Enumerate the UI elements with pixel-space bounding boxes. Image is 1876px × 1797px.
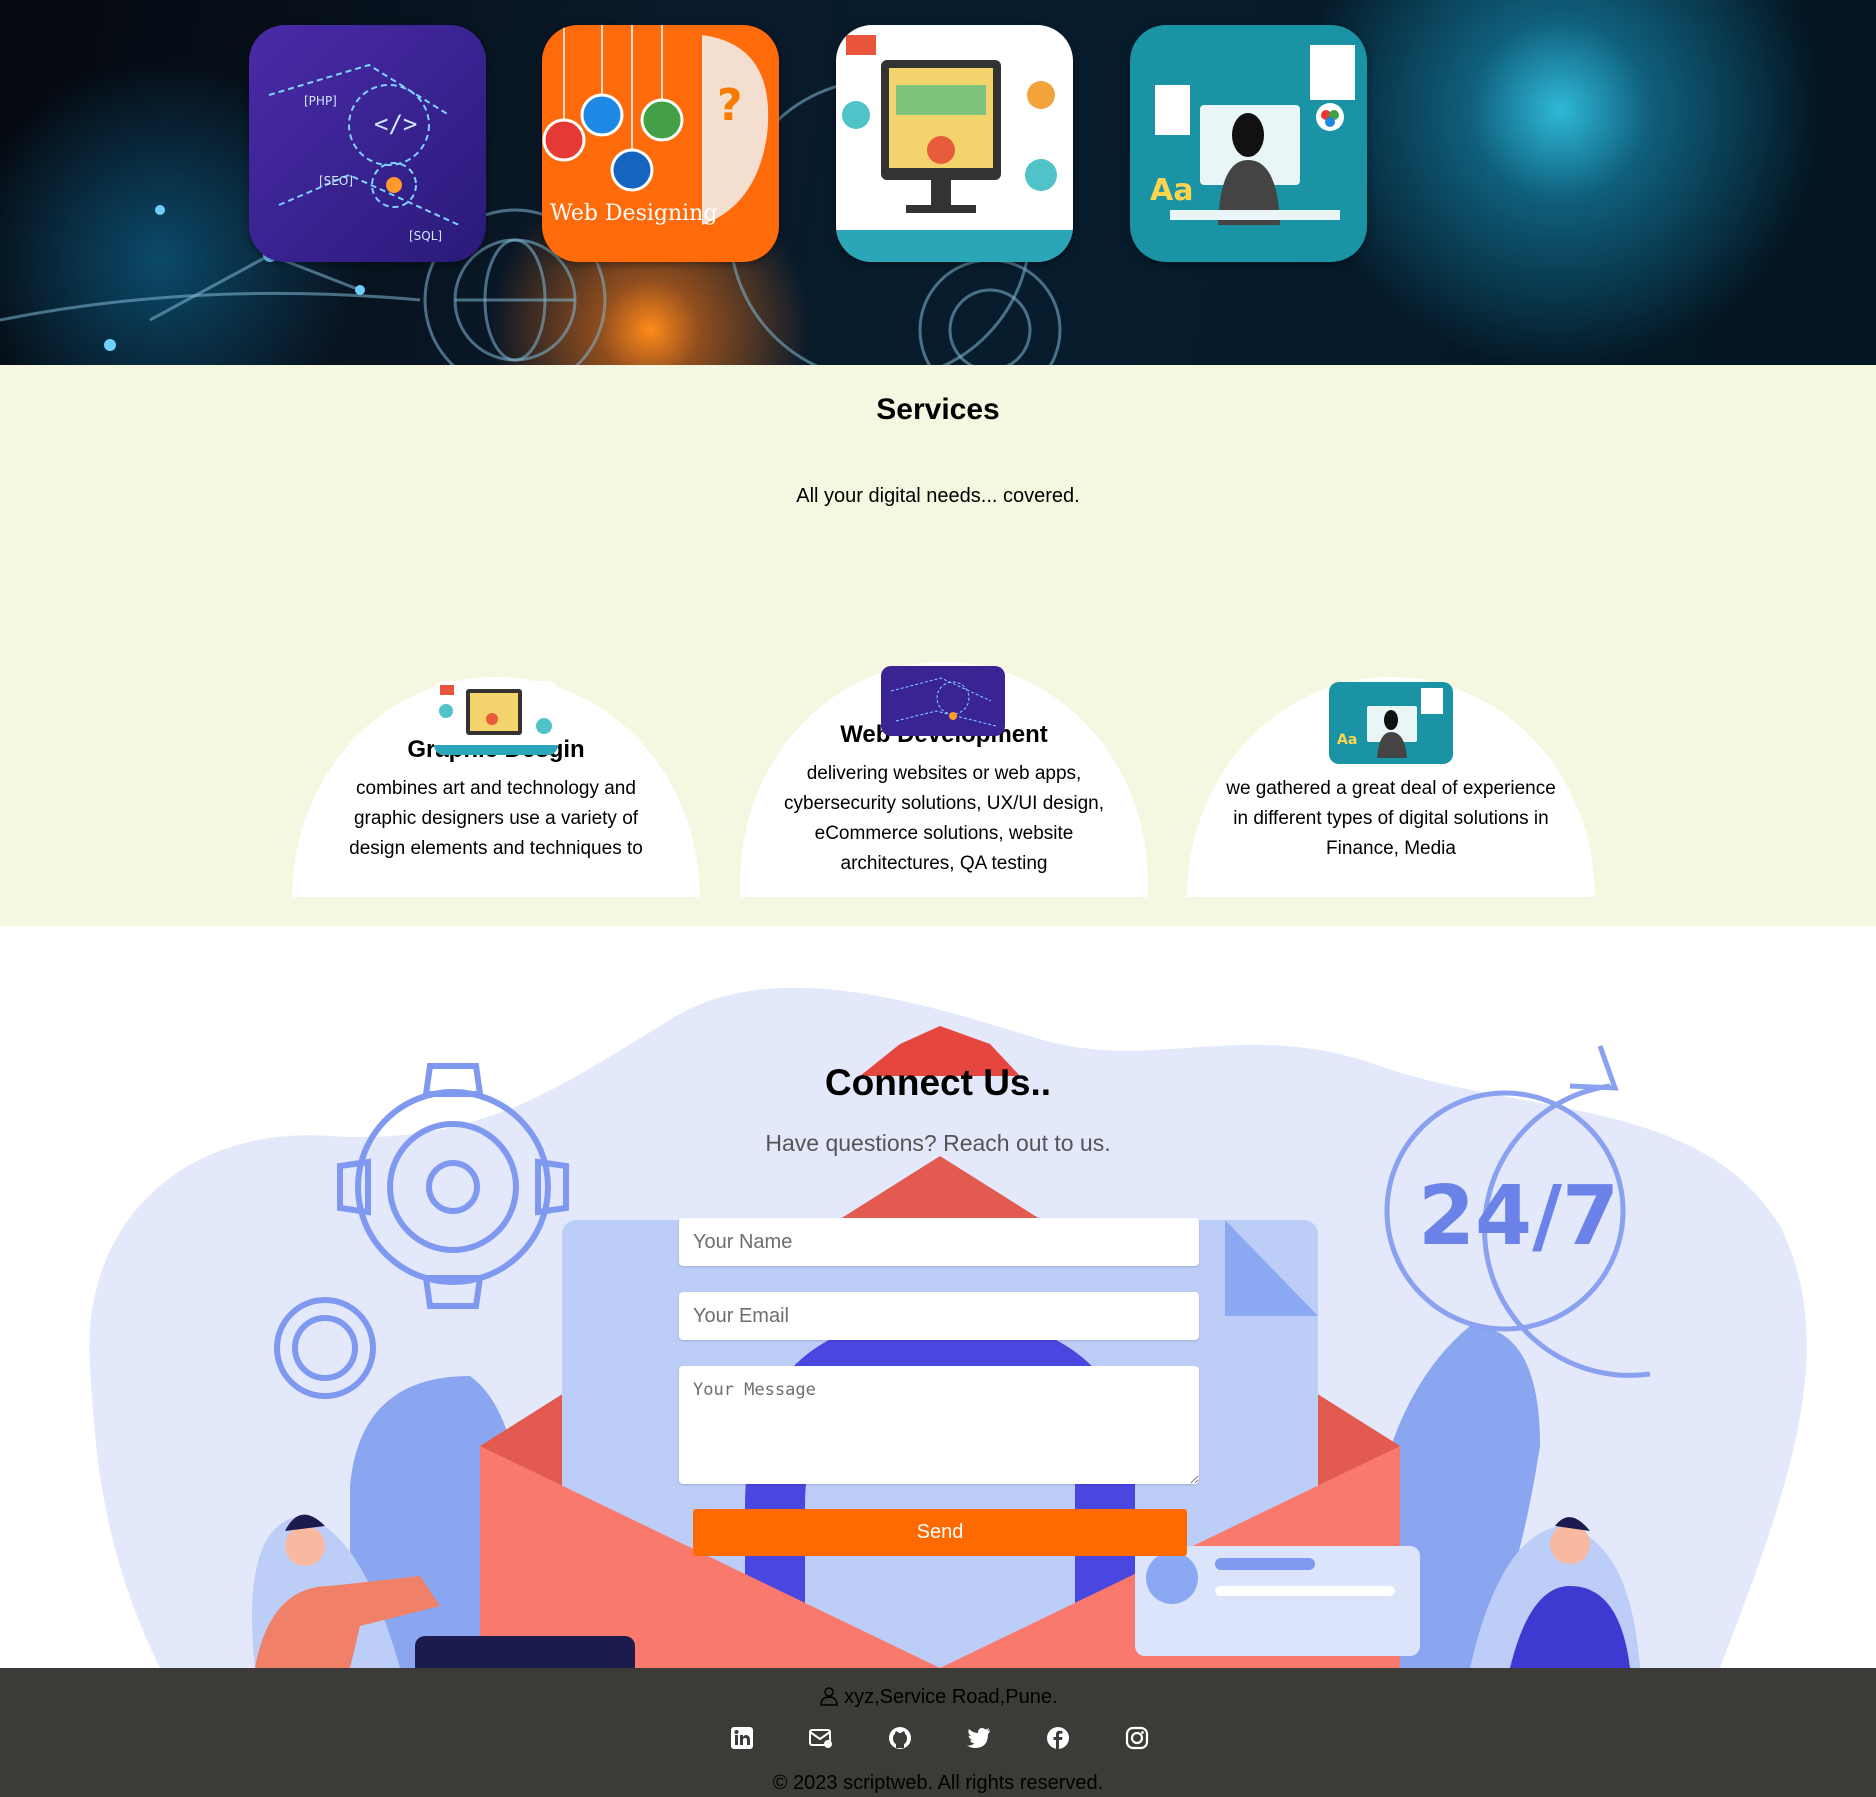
svg-text:[PHP]: [PHP] xyxy=(304,94,337,108)
svg-text:[SEO]: [SEO] xyxy=(319,174,353,188)
hero-banner: </> [PHP] [SEO] [SQL] ? Web Designing Aa xyxy=(0,0,1876,365)
svg-text:Aa: Aa xyxy=(1150,173,1193,208)
email-icon[interactable] xyxy=(801,1718,841,1758)
person-icon xyxy=(819,1687,838,1706)
services-subtitle: All your digital needs... covered. xyxy=(796,485,1080,507)
social-links xyxy=(0,1718,1876,1758)
contact-section: 24/7 Connect Us.. Have questions? Reach … xyxy=(0,926,1876,1668)
ui-ux-designer-image: Aa xyxy=(1130,25,1367,262)
svg-text:[SQL]: [SQL] xyxy=(409,229,442,243)
web-design-illustration-image xyxy=(836,25,1073,262)
service-description: combines art and technology and graphic … xyxy=(349,778,643,859)
copyright: © 2023 scriptweb. All rights reserved. xyxy=(772,1772,1104,1794)
message-textarea[interactable] xyxy=(679,1366,1199,1484)
send-button[interactable]: Send xyxy=(693,1509,1187,1556)
linkedin-icon[interactable] xyxy=(722,1718,762,1758)
github-icon[interactable] xyxy=(880,1718,920,1758)
service-description: we gathered a great deal of experience i… xyxy=(1226,778,1556,859)
ui-ux-thumbnail: Aa xyxy=(1329,682,1453,764)
facebook-icon[interactable] xyxy=(1038,1718,1078,1758)
email-input[interactable] xyxy=(679,1292,1199,1340)
web-designing-image: ? Web Designing xyxy=(542,25,779,262)
service-description: delivering websites or web apps, cyberse… xyxy=(784,763,1104,874)
instagram-icon[interactable] xyxy=(1117,1718,1157,1758)
twitter-icon[interactable] xyxy=(959,1718,999,1758)
svg-text:Aa: Aa xyxy=(1337,732,1357,748)
address: xyz,Service Road,Pune. xyxy=(0,1686,1876,1709)
contact-heading: Connect Us.. xyxy=(824,1062,1052,1103)
svg-text:</>: </> xyxy=(374,110,417,138)
graphic-design-thumbnail xyxy=(434,681,558,755)
services-heading: Services xyxy=(876,393,1000,426)
name-input[interactable] xyxy=(679,1218,1199,1266)
footer: xyz,Service Road,Pune. © 2023 scriptweb.… xyxy=(0,1668,1876,1797)
contact-subtitle: Have questions? Reach out to us. xyxy=(765,1130,1111,1156)
svg-text:Web Designing: Web Designing xyxy=(550,201,717,226)
services-section: Services All your digital needs... cover… xyxy=(0,365,1876,926)
seo-coding-image: </> [PHP] [SEO] [SQL] xyxy=(249,25,486,262)
web-development-thumbnail xyxy=(881,666,1005,736)
svg-text:24/7: 24/7 xyxy=(1418,1169,1619,1264)
svg-text:?: ? xyxy=(717,80,743,131)
address-text: xyz,Service Road,Pune. xyxy=(844,1686,1058,1708)
